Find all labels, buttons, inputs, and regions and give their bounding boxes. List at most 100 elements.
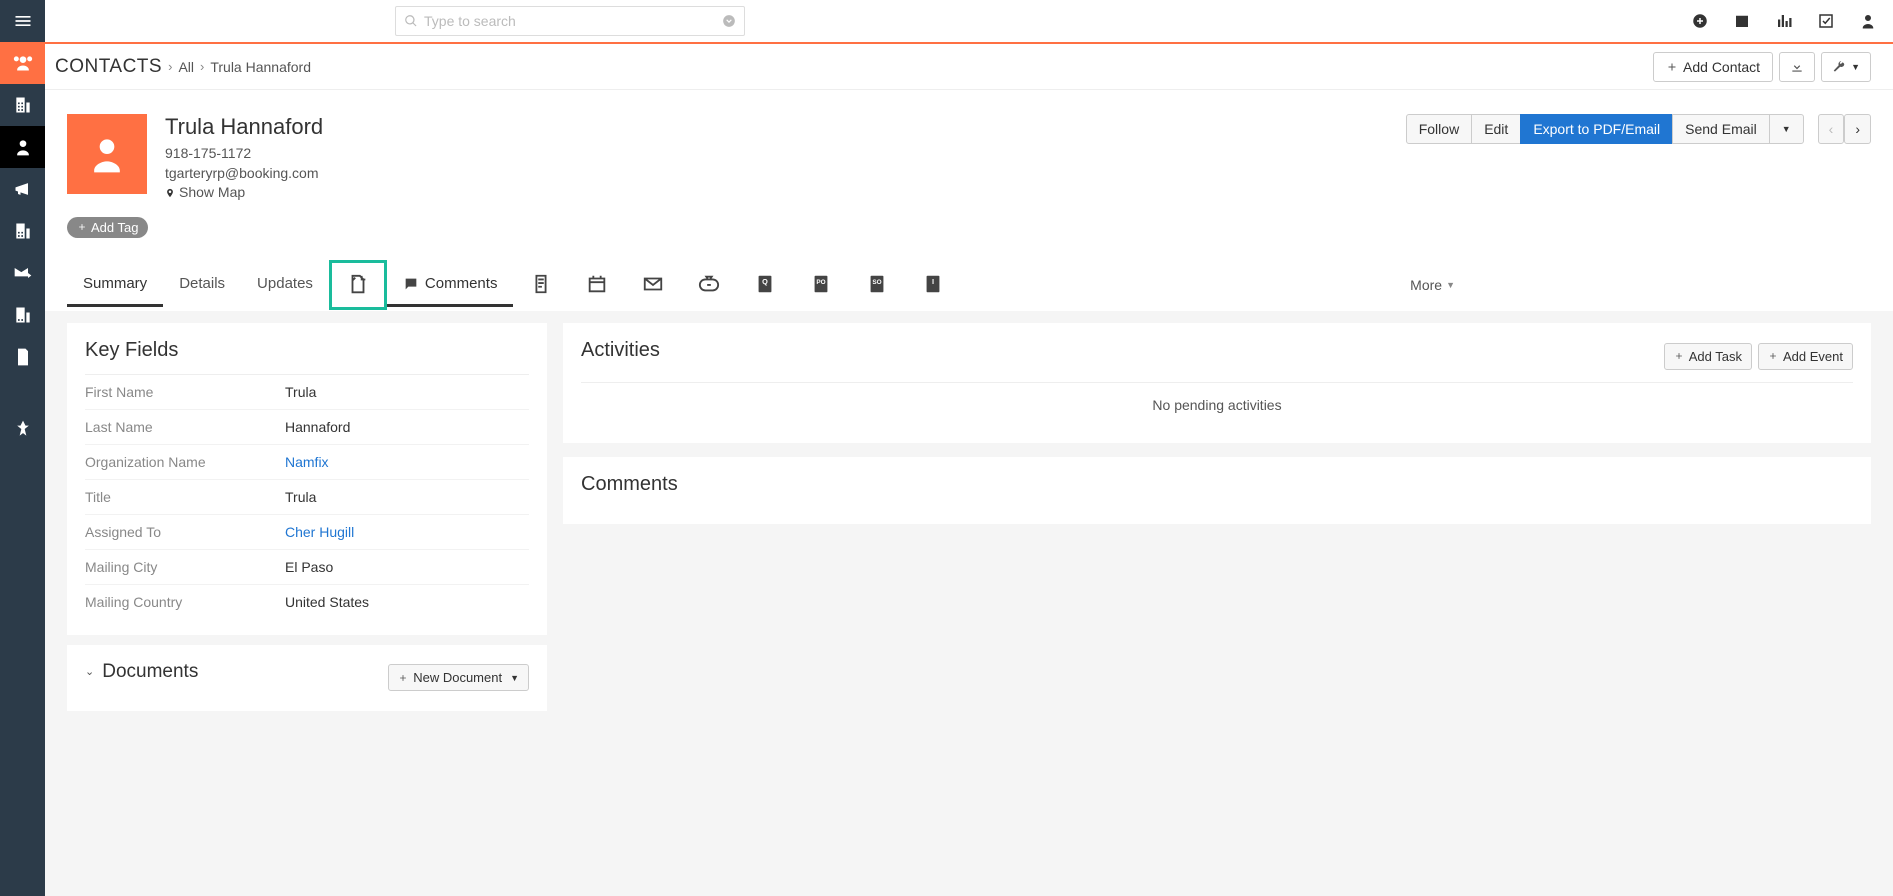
money-bag-icon xyxy=(698,273,720,295)
download-icon xyxy=(1790,60,1804,74)
tab-icon-6[interactable]: PO xyxy=(793,260,849,311)
tab-documents-icon[interactable] xyxy=(329,260,387,310)
calendar2-icon xyxy=(586,273,608,295)
kv-mailing-city: Mailing City El Paso xyxy=(85,549,529,584)
new-document-label: New Document xyxy=(413,670,502,685)
follow-button[interactable]: Follow xyxy=(1406,114,1472,144)
kv-title: Title Trula xyxy=(85,479,529,514)
avatar-icon xyxy=(85,132,129,176)
show-map-label: Show Map xyxy=(179,183,245,203)
documents-title[interactable]: ⌄ Documents xyxy=(85,661,388,683)
add-tag-button[interactable]: Add Tag xyxy=(67,217,148,238)
sidebar-contacts[interactable] xyxy=(0,42,45,84)
calendar-icon[interactable] xyxy=(1733,12,1751,30)
chevron-right-icon: › xyxy=(200,59,204,74)
add-contact-button[interactable]: Add Contact xyxy=(1653,52,1773,82)
tab-details[interactable]: Details xyxy=(163,263,241,307)
pin-icon xyxy=(13,419,33,439)
user-icon xyxy=(13,137,33,157)
kv-last-name: Last Name Hannaford xyxy=(85,409,529,444)
contact-phone[interactable]: 918-175-1172 xyxy=(165,144,323,164)
building3-icon xyxy=(13,305,33,325)
tab-icon-3[interactable] xyxy=(625,260,681,311)
add-event-button[interactable]: Add Event xyxy=(1758,343,1853,370)
tab-icon-5[interactable]: Q xyxy=(737,260,793,311)
edit-button[interactable]: Edit xyxy=(1471,114,1521,144)
breadcrumb-all[interactable]: All xyxy=(178,59,194,75)
record-paginator: ‹ › xyxy=(1818,114,1871,144)
prev-record-button[interactable]: ‹ xyxy=(1818,114,1845,144)
sidebar-invoice[interactable] xyxy=(0,336,45,378)
sidebar-buildings3[interactable] xyxy=(0,294,45,336)
svg-text:PO: PO xyxy=(817,279,826,286)
sidebar-person[interactable] xyxy=(0,126,45,168)
sidebar-campaigns[interactable] xyxy=(0,168,45,210)
menu-toggle[interactable] xyxy=(0,0,45,42)
import-button[interactable] xyxy=(1779,52,1815,82)
plus-icon xyxy=(1768,351,1778,361)
document-icon xyxy=(13,347,33,367)
documents-icon xyxy=(347,274,369,296)
add-event-label: Add Event xyxy=(1783,349,1843,364)
contact-meta: Trula Hannaford 918-175-1172 tgarteryrp@… xyxy=(165,114,323,203)
wrench-icon xyxy=(1832,60,1846,74)
next-record-button[interactable]: › xyxy=(1844,114,1871,144)
building-icon xyxy=(13,95,33,115)
megaphone-icon xyxy=(13,179,33,199)
main-area: CONTACTS › All › Trula Hannaford Add Con… xyxy=(45,0,1893,896)
tab-icon-4[interactable] xyxy=(681,260,737,311)
key-fields-panel: Key Fields First Name Trula Last Name Ha… xyxy=(67,323,547,635)
breadcrumb-section[interactable]: CONTACTS xyxy=(55,56,162,78)
comments-title: Comments xyxy=(581,473,1853,496)
tab-icon-1[interactable] xyxy=(513,260,569,311)
add-tag-label: Add Tag xyxy=(91,220,138,235)
search-input[interactable] xyxy=(424,13,722,29)
tab-updates[interactable]: Updates xyxy=(241,263,329,307)
sidebar-pin[interactable] xyxy=(0,408,45,450)
tab-icon-7[interactable]: SO xyxy=(849,260,905,311)
settings-button[interactable]: ▼ xyxy=(1821,52,1871,82)
sidebar-organizations[interactable] xyxy=(0,84,45,126)
kv-org-name: Organization Name Namfix xyxy=(85,444,529,479)
more-actions-dropdown[interactable]: ▼ xyxy=(1769,114,1804,144)
export-button[interactable]: Export to PDF/Email xyxy=(1520,114,1673,144)
header-action-group: Follow Edit Export to PDF/Email Send Ema… xyxy=(1406,114,1804,144)
tab-summary[interactable]: Summary xyxy=(67,263,163,307)
key-fields-title: Key Fields xyxy=(85,339,529,362)
tab-comments-label: Comments xyxy=(425,275,498,292)
add-task-label: Add Task xyxy=(1689,349,1742,364)
tab-more[interactable]: More ▼ xyxy=(1394,265,1471,305)
tab-icon-2[interactable] xyxy=(569,260,625,311)
topbar-actions xyxy=(1691,12,1893,30)
show-map-link[interactable]: Show Map xyxy=(165,183,245,203)
search-icon xyxy=(404,14,418,28)
tab-comments[interactable]: Comments xyxy=(387,263,514,307)
add-icon[interactable] xyxy=(1691,12,1709,30)
add-contact-label: Add Contact xyxy=(1683,59,1760,75)
comment-icon xyxy=(403,276,419,292)
chevron-down-circle-icon[interactable] xyxy=(722,14,736,28)
map-pin-icon xyxy=(165,187,175,199)
invoice-doc-icon: I xyxy=(922,273,944,295)
breadcrumb-current: Trula Hannaford xyxy=(210,59,311,75)
sidebar-mail-sent[interactable] xyxy=(0,252,45,294)
user-menu-icon[interactable] xyxy=(1859,12,1877,30)
send-email-button[interactable]: Send Email xyxy=(1672,114,1770,144)
search-box[interactable] xyxy=(395,6,745,36)
chart-icon[interactable] xyxy=(1775,12,1793,30)
kv-assigned-to: Assigned To Cher Hugill xyxy=(85,514,529,549)
svg-text:Q: Q xyxy=(763,277,769,286)
so-doc-icon: SO xyxy=(866,273,888,295)
new-document-button[interactable]: New Document ▼ xyxy=(388,664,529,691)
contact-email[interactable]: tgarteryrp@booking.com xyxy=(165,164,323,184)
add-task-button[interactable]: Add Task xyxy=(1664,343,1752,370)
clipboard-icon xyxy=(530,273,552,295)
check-icon[interactable] xyxy=(1817,12,1835,30)
content-body: Trula Hannaford 918-175-1172 tgarteryrp@… xyxy=(45,90,1893,896)
plus-icon xyxy=(1666,61,1678,73)
tab-icon-8[interactable]: I xyxy=(905,260,961,311)
sidebar-buildings2[interactable] xyxy=(0,210,45,252)
contact-name: Trula Hannaford xyxy=(165,114,323,140)
svg-text:I: I xyxy=(932,277,934,286)
content-grid: Key Fields First Name Trula Last Name Ha… xyxy=(45,311,1893,741)
